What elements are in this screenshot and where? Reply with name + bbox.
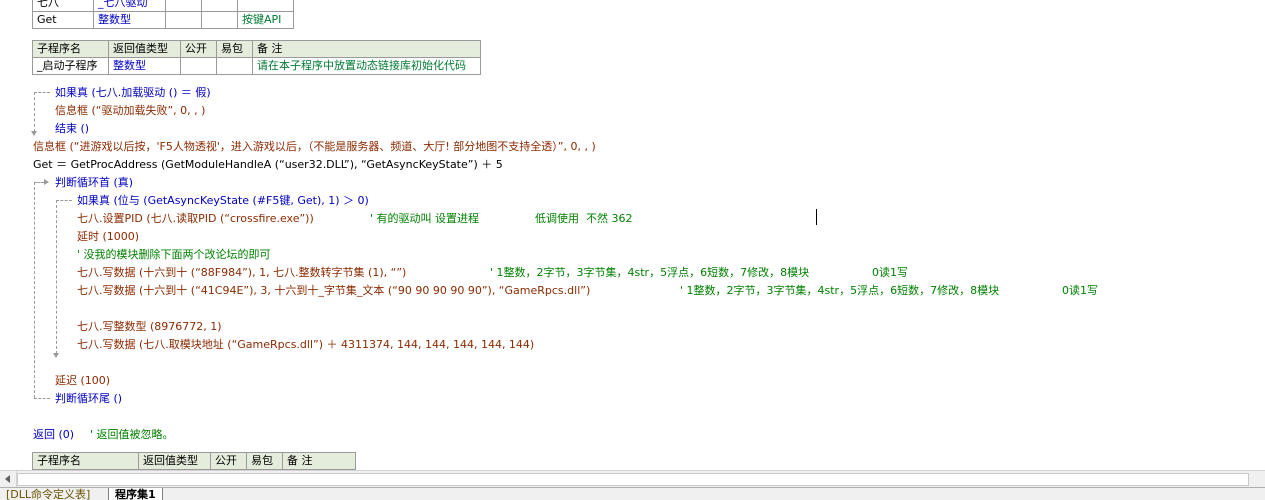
var-cell[interactable]: [201, 0, 238, 12]
tab-assembly-1[interactable]: 程序集1: [108, 488, 163, 500]
tab-bar: [DLL命令定义表] 程序集1: [0, 487, 1265, 500]
var-note-cell[interactable]: 按键API: [237, 11, 294, 29]
code-comment-return: ' 返回值被忽略。: [90, 428, 174, 441]
var-cell[interactable]: [165, 11, 202, 29]
global-var-table: 七八 _七八驱动 Get 整数型 按键API: [32, 0, 294, 29]
code-comment-write-data-2: ' 1整数，2字节，3字节集，4str，5浮点，6短数，7修改，8模块 0读1写: [680, 284, 1099, 297]
flow-arrow-down-icon: [31, 131, 37, 136]
table-row: Get 整数型 按键API: [32, 11, 294, 29]
column-header-easy-pack: 易包: [246, 452, 283, 470]
code-line-end[interactable]: 结束 (): [55, 120, 89, 137]
code-editor[interactable]: 七八 _七八驱动 Get 整数型 按键API 子程序名 返回值类型 公开 易包 …: [0, 0, 1265, 470]
code-line-msgbox-info[interactable]: 信息框 (“进游戏以后按，'F5人物透视'，进入游戏以后，（不能是服务器、频道、…: [33, 138, 596, 155]
column-header-sub-name: 子程序名: [32, 40, 109, 58]
column-header-note: 备 注: [282, 452, 356, 470]
var-type-cell[interactable]: _七八驱动: [93, 0, 166, 12]
var-note-cell[interactable]: [237, 0, 294, 12]
flow-guide: [56, 200, 57, 354]
subroutine-table: 子程序名 返回值类型 公开 易包 备 注 _启动子程序 整数型 请在本子程序中放…: [32, 40, 481, 75]
column-header-return-type: 返回值类型: [138, 452, 211, 470]
var-cell[interactable]: [201, 11, 238, 29]
flow-guide: [56, 200, 72, 201]
subroutine-table-next: 子程序名 返回值类型 公开 易包 备 注: [32, 452, 356, 470]
code-line-write-data-1[interactable]: 七八.写数据 (十六到十 (“88F984”), 1, 七八.整数转字节集 (1…: [77, 264, 406, 281]
code-line-write-data-3[interactable]: 七八.写数据 (七八.取模块地址 (“GameRpcs.dll”) ＋ 4311…: [77, 336, 534, 353]
code-line-delay[interactable]: 延时 (1000): [77, 228, 139, 245]
flow-arrow-right-icon: [44, 179, 49, 185]
sub-note-cell[interactable]: 请在本子程序中放置动态链接库初始化代码: [252, 57, 481, 75]
code-line-set-pid[interactable]: 七八.设置PID (七八.读取PID (“crossfire.exe”)): [77, 210, 314, 227]
code-line-loop-start[interactable]: 判断循环首 (真): [55, 174, 133, 191]
code-line-return[interactable]: 返回 (0): [33, 426, 74, 443]
code-line-write-data-2[interactable]: 七八.写数据 (十六到十 (“41C94E”), 3, 十六到十_字节集_文本 …: [77, 282, 590, 299]
code-comment-set-pid: ' 有的驱动叫 设置进程 低调使用 不然 362: [370, 212, 633, 225]
scroll-left-icon[interactable]: [0, 471, 17, 487]
column-header-return-type: 返回值类型: [108, 40, 181, 58]
flow-guide: [34, 182, 44, 183]
flow-guide: [34, 92, 50, 93]
sub-public-cell[interactable]: [180, 57, 217, 75]
flow-guide: [34, 92, 35, 132]
table-header-row: 子程序名 返回值类型 公开 易包 备 注: [32, 40, 481, 58]
column-header-easy-pack: 易包: [216, 40, 253, 58]
code-line-write-int[interactable]: 七八.写整数型 (8976772, 1): [77, 318, 222, 335]
table-row: 七八 _七八驱动: [32, 0, 294, 12]
var-name-cell[interactable]: 七八: [32, 0, 94, 12]
column-header-public: 公开: [180, 40, 217, 58]
tab-dll-command-table[interactable]: [DLL命令定义表]: [6, 488, 90, 500]
column-header-note: 备 注: [252, 40, 481, 58]
var-name-cell[interactable]: Get: [32, 11, 94, 29]
table-row: _启动子程序 整数型 请在本子程序中放置动态链接库初始化代码: [32, 57, 481, 75]
flow-guide: [34, 398, 50, 399]
flow-guide: [34, 182, 35, 398]
flow-arrow-down-icon: [53, 353, 59, 358]
sub-easy-pack-cell[interactable]: [216, 57, 253, 75]
sub-name-cell[interactable]: _启动子程序: [32, 57, 109, 75]
code-comment-write-data-1: ' 1整数，2字节，3字节集，4str，5浮点，6短数，7修改，8模块 0读1写: [490, 266, 909, 279]
horizontal-scrollbar[interactable]: [0, 470, 1265, 487]
column-header-public: 公开: [210, 452, 247, 470]
code-line-msgbox[interactable]: 信息框 (“驱动加载失败”, 0, , ): [55, 102, 205, 119]
code-line-inner-if[interactable]: 如果真 (位与 (GetAsyncKeyState (#F5键, Get), 1…: [77, 192, 369, 209]
text-cursor: [816, 209, 817, 225]
table-header-row: 子程序名 返回值类型 公开 易包 备 注: [32, 452, 356, 470]
column-header-sub-name: 子程序名: [32, 452, 139, 470]
code-comment-line: ' 没我的模块删除下面两个改论坛的即可: [77, 248, 271, 261]
sub-return-type-cell[interactable]: 整数型: [108, 57, 181, 75]
scroll-thumb[interactable]: [17, 473, 1249, 486]
code-line-get-proc[interactable]: Get ＝ GetProcAddress (GetModuleHandleA (…: [33, 156, 503, 173]
var-type-cell[interactable]: 整数型: [93, 11, 166, 29]
code-line-loop-end[interactable]: 判断循环尾 (): [55, 390, 122, 407]
code-line-sleep[interactable]: 延迟 (100): [55, 372, 110, 389]
var-cell[interactable]: [165, 0, 202, 12]
code-line-if-true[interactable]: 如果真 (七八.加载驱动 () ＝ 假): [55, 84, 211, 101]
